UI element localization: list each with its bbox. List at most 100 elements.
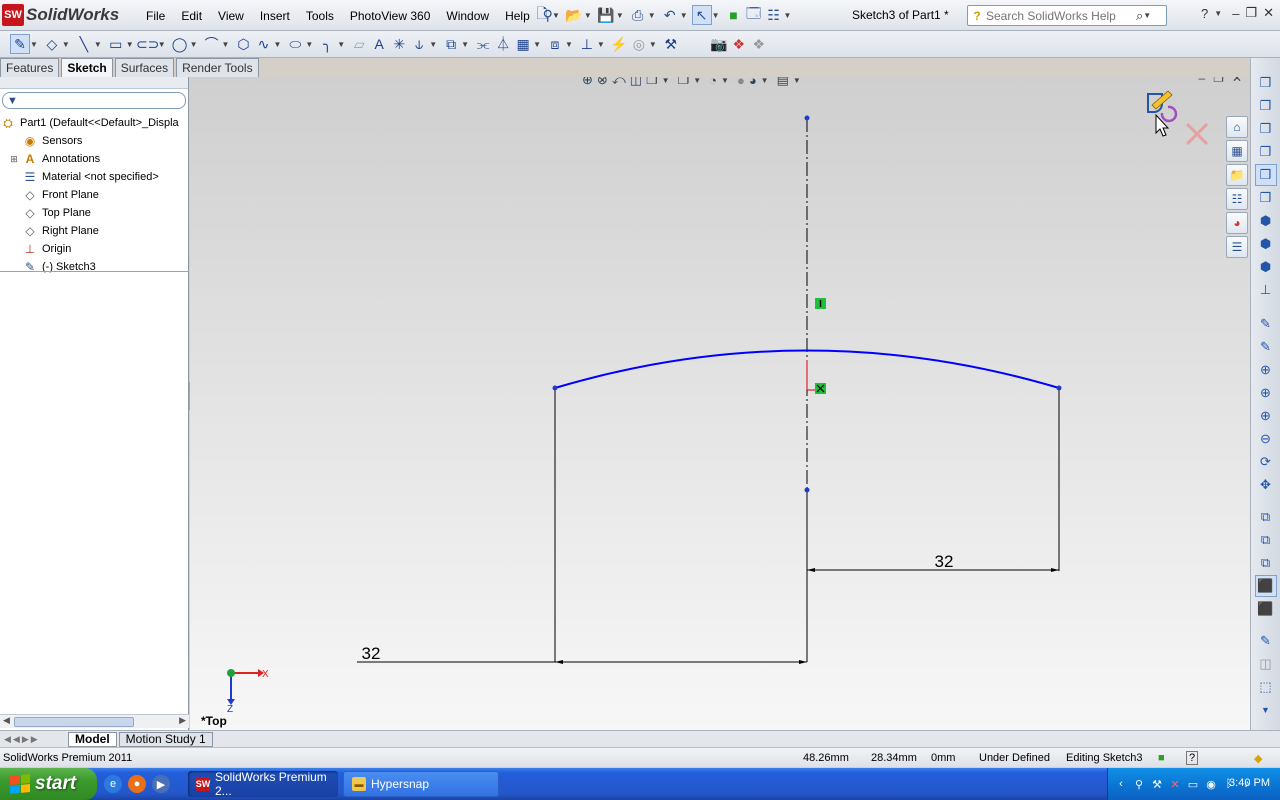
pan-view-icon[interactable]: ✎ [1255, 336, 1277, 358]
hide-show-items-icon[interactable]: ◔ [709, 77, 717, 88]
rebuild-indicator-icon[interactable]: ■ [1158, 752, 1165, 764]
chevron-down-icon[interactable]: ▼ [721, 77, 729, 85]
polygon-icon[interactable]: ⬡ [233, 34, 253, 54]
network-icon[interactable]: ⚲ [1132, 777, 1146, 791]
help-icon[interactable]: ? [1201, 6, 1208, 21]
tag-icon[interactable]: ◆ [1254, 752, 1262, 765]
quick-snaps-icon[interactable]: ⚡ [609, 34, 629, 54]
save-icon[interactable]: 💾 [596, 5, 616, 25]
solidworks-resources-icon[interactable]: ⌂ [1226, 116, 1248, 138]
toolbar-more-icon[interactable]: ▼ [1255, 699, 1277, 721]
rotate-view-icon[interactable]: ✎ [1255, 313, 1277, 335]
chevron-down-icon[interactable]: ▼ [273, 40, 281, 49]
normal-to-icon[interactable]: ⊥ [1255, 279, 1277, 301]
sketch-point-arc-left[interactable] [552, 385, 558, 391]
graphics-area[interactable]: 32 32 X Z ⊕ ⊗ ⤺ ◫ ❒ ▼ ❐ ▼ ◔ ▼ ● ◕ ▼ ▤ ▼ – ❐ [190, 77, 1250, 730]
offset-entities-icon[interactable]: ⫘ [473, 34, 493, 54]
chevron-down-icon[interactable]: ▼ [222, 40, 230, 49]
panel-divider[interactable] [0, 271, 189, 272]
back-view-icon[interactable]: ❒ [1255, 95, 1277, 117]
chevron-down-icon[interactable]: ▼ [190, 40, 198, 49]
tree-filter-input[interactable]: ▼ [2, 92, 186, 109]
tree-item-top-plane[interactable]: ◇ Top Plane [0, 204, 188, 222]
dimension-right-label[interactable]: 32 [935, 552, 954, 571]
convert-entities-icon[interactable]: ⧉ [441, 34, 461, 54]
shadows-icon[interactable]: ◫ [1255, 653, 1277, 675]
chevron-down-icon[interactable]: ▼ [1143, 11, 1151, 20]
tree-item-sensors[interactable]: ◉ Sensors [0, 132, 188, 150]
zoom-to-fit-icon[interactable]: ⊕ [582, 77, 593, 88]
arc-icon[interactable]: ⌒ [202, 34, 222, 54]
isometric-view-icon[interactable]: ⬢ [1255, 210, 1277, 232]
top-view-icon[interactable]: ❒ [1254, 164, 1277, 186]
repair-sketch-icon[interactable]: ⚒ [661, 34, 681, 54]
tab-surfaces[interactable]: Surfaces [114, 58, 175, 77]
menu-window[interactable]: Window [438, 9, 497, 23]
chevron-down-icon[interactable]: ▼ [662, 77, 670, 85]
zoom-to-area-icon[interactable]: ⊗ [597, 77, 608, 88]
section-view-icon[interactable]: ◫ [630, 77, 642, 88]
chevron-down-icon[interactable]: ▼ [429, 40, 437, 49]
chevron-down-icon[interactable]: ▼ [565, 40, 573, 49]
shaded-with-edges-icon[interactable]: ⬛ [1254, 575, 1277, 597]
linear-pattern-icon[interactable]: ▦ [513, 34, 533, 54]
chevron-down-icon[interactable]: ▼ [584, 11, 592, 20]
menu-view[interactable]: View [210, 9, 252, 23]
media-player-icon[interactable]: ▶ [152, 775, 170, 793]
tab-sketch[interactable]: Sketch [61, 58, 113, 77]
undo-icon[interactable]: ↶ [660, 5, 680, 25]
display-relations-icon[interactable]: ⊥ [577, 34, 597, 54]
design-library-icon[interactable]: ▦ [1226, 140, 1248, 162]
zoom-to-selection-icon[interactable]: ⊖ [1255, 428, 1277, 450]
rotate-icon[interactable]: ⟳ [1255, 451, 1277, 473]
rebuild-icon[interactable]: ■ [724, 5, 744, 25]
chevron-down-icon[interactable]: ▼ [1214, 9, 1222, 18]
tab-model[interactable]: Model [68, 731, 117, 747]
zoom-to-area-icon[interactable]: ⊕ [1255, 382, 1277, 404]
chevron-down-icon[interactable]: ▼ [552, 11, 560, 20]
chevron-down-icon[interactable]: ▼ [784, 11, 792, 20]
display-style-icon[interactable]: ❐ [678, 77, 690, 88]
front-view-icon[interactable]: ❒ [1255, 72, 1277, 94]
tree-item-material[interactable]: ☰ Material <not specified> [0, 168, 188, 186]
chevron-down-icon[interactable]: ▼ [62, 40, 70, 49]
circle-icon[interactable]: ◯ [170, 34, 190, 54]
menu-edit[interactable]: Edit [173, 9, 210, 23]
chevron-down-icon[interactable]: ▼ [648, 11, 656, 20]
chevron-down-icon[interactable]: ▼ [461, 40, 469, 49]
monitor-icon[interactable]: ▭ [1186, 777, 1200, 791]
file-properties-icon[interactable]: 🗔 [744, 5, 764, 25]
sketch-point-top[interactable] [804, 115, 810, 121]
tray-collapse-icon[interactable]: ‹ [1114, 777, 1128, 791]
chevron-down-icon[interactable]: ▼ [793, 77, 801, 85]
custom-properties-icon[interactable]: ☰ [1226, 236, 1248, 258]
tab-motion-study[interactable]: Motion Study 1 [118, 731, 213, 747]
chevron-down-icon[interactable]: ▼ [616, 11, 624, 20]
open-folder-icon[interactable]: 📂 [564, 5, 584, 25]
scroll-right-icon[interactable]: ▶ [179, 715, 186, 726]
appearances-icon[interactable]: ◕ [1226, 212, 1248, 234]
render-icon[interactable]: ❖ [729, 34, 749, 54]
tree-item-part[interactable]: ⛭ Part1 (Default<<Default>_Displa [0, 114, 188, 132]
new-document-icon[interactable]: 🗋 [532, 5, 552, 25]
menu-tools[interactable]: Tools [298, 9, 342, 23]
sync-icon[interactable]: ◉ [1204, 777, 1218, 791]
chevron-down-icon[interactable]: ▼ [158, 40, 166, 49]
search-input[interactable] [986, 8, 1136, 23]
pan-icon[interactable]: ✥ [1255, 474, 1277, 496]
tab-features[interactable]: Features [0, 58, 60, 77]
point-icon[interactable]: ✳ [389, 34, 409, 54]
perspective-icon[interactable]: ⬚ [1255, 676, 1277, 698]
view-orientation-icon[interactable]: ❒ [646, 77, 658, 88]
view-palette-icon[interactable]: ☷ [1226, 188, 1248, 210]
hidden-lines-visible-icon[interactable]: ⧉ [1255, 529, 1277, 551]
task-solidworks[interactable]: SW SolidWorks Premium 2... [188, 770, 338, 798]
internet-explorer-icon[interactable]: e [104, 775, 122, 793]
sketch-icon[interactable]: ✎ [10, 34, 30, 54]
trimetric-view-icon[interactable]: ⬢ [1255, 233, 1277, 255]
edit-sketch-icon[interactable]: ✎ [1255, 630, 1277, 652]
sketch-point-center[interactable] [804, 487, 810, 493]
panel-tabs[interactable] [0, 77, 188, 89]
sketch-point-arc-right[interactable] [1056, 385, 1062, 391]
tree-item-annotations[interactable]: ⊞ A Annotations [0, 150, 188, 168]
